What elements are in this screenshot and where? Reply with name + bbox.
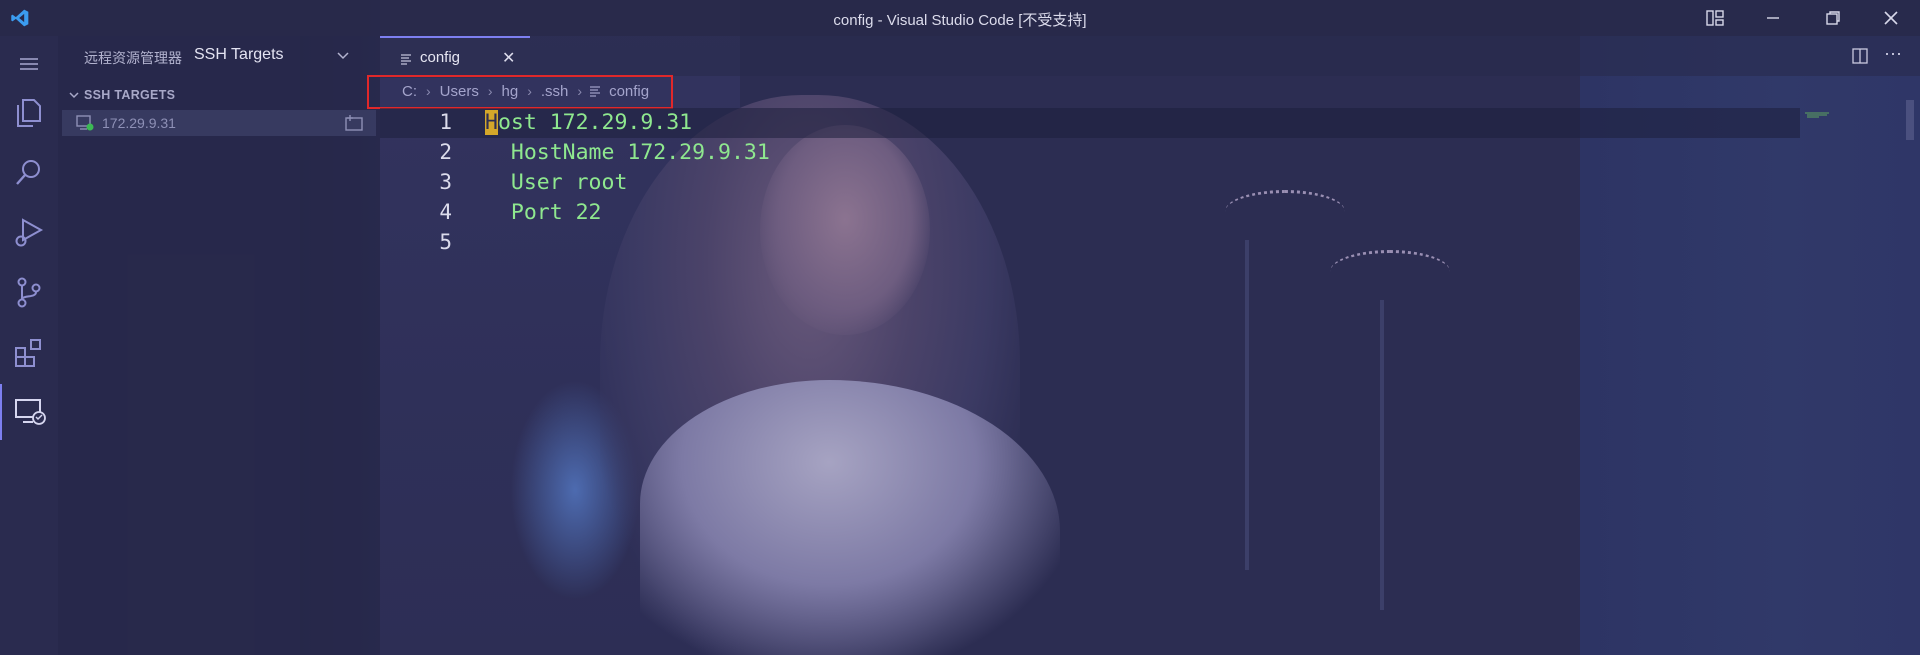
line-number: 5 bbox=[439, 230, 452, 254]
section-title: SSH TARGETS bbox=[84, 88, 176, 102]
line-number: 3 bbox=[439, 170, 452, 194]
open-new-window-icon[interactable] bbox=[344, 114, 364, 137]
vertical-scrollbar[interactable] bbox=[1906, 100, 1914, 140]
minimap[interactable] bbox=[1805, 105, 1895, 118]
title-bar: config - Visual Studio Code [不受支持] bbox=[0, 0, 1920, 36]
code-line: Host 172.29.9.31 bbox=[485, 110, 692, 135]
remote-explorer-sidebar: 远程资源管理器 SSH Targets SSH TARGETS 172.29.9… bbox=[58, 36, 380, 655]
close-tab-icon[interactable]: ✕ bbox=[502, 48, 515, 68]
activity-bar bbox=[0, 36, 58, 655]
search-icon[interactable] bbox=[0, 144, 58, 200]
explorer-icon[interactable] bbox=[0, 84, 58, 140]
more-actions-icon[interactable]: ⋯ bbox=[1884, 44, 1902, 65]
remote-view-select[interactable]: SSH Targets bbox=[194, 46, 284, 64]
layout-icon[interactable] bbox=[1692, 0, 1738, 36]
file-lines-icon bbox=[400, 52, 412, 70]
line-number: 1 bbox=[439, 110, 452, 134]
line-number: 2 bbox=[439, 140, 452, 164]
remote-explorer-icon[interactable] bbox=[0, 384, 58, 440]
close-icon[interactable] bbox=[1868, 0, 1914, 36]
split-editor-icon[interactable] bbox=[1852, 48, 1868, 69]
ssh-target-label: 172.29.9.31 bbox=[102, 115, 176, 131]
remote-host-connected-icon bbox=[76, 115, 94, 136]
chevron-down-icon[interactable] bbox=[336, 48, 350, 67]
chevron-down-icon bbox=[68, 88, 80, 106]
line-number: 4 bbox=[439, 200, 452, 224]
text-cursor: H bbox=[485, 110, 498, 135]
code-line: Port 22 bbox=[485, 200, 602, 225]
minimize-icon[interactable] bbox=[1750, 0, 1796, 36]
restore-icon[interactable] bbox=[1810, 0, 1856, 36]
window-title: config - Visual Studio Code [不受支持] bbox=[833, 12, 1087, 29]
highlight-box bbox=[367, 75, 673, 109]
editor-actions: ⋯ bbox=[1830, 36, 1920, 76]
run-debug-icon[interactable] bbox=[0, 204, 58, 260]
editor-tab-bar: config ✕ bbox=[380, 36, 1920, 78]
code-editor[interactable]: 1 2 3 4 5 Host 172.29.9.31 HostName 172.… bbox=[380, 108, 1800, 655]
source-control-icon[interactable] bbox=[0, 264, 58, 320]
code-text: ost 172.29.9.31 bbox=[497, 110, 693, 135]
extensions-icon[interactable] bbox=[0, 324, 58, 380]
code-line: HostName 172.29.9.31 bbox=[485, 140, 770, 165]
code-line: User root bbox=[485, 170, 628, 195]
ssh-target-item[interactable]: 172.29.9.31 bbox=[62, 110, 376, 136]
ssh-targets-section-header[interactable]: SSH TARGETS bbox=[58, 84, 380, 106]
tab-config[interactable]: config ✕ bbox=[380, 36, 530, 78]
tab-label: config bbox=[420, 49, 461, 66]
sidebar-title: 远程资源管理器 bbox=[84, 50, 182, 66]
